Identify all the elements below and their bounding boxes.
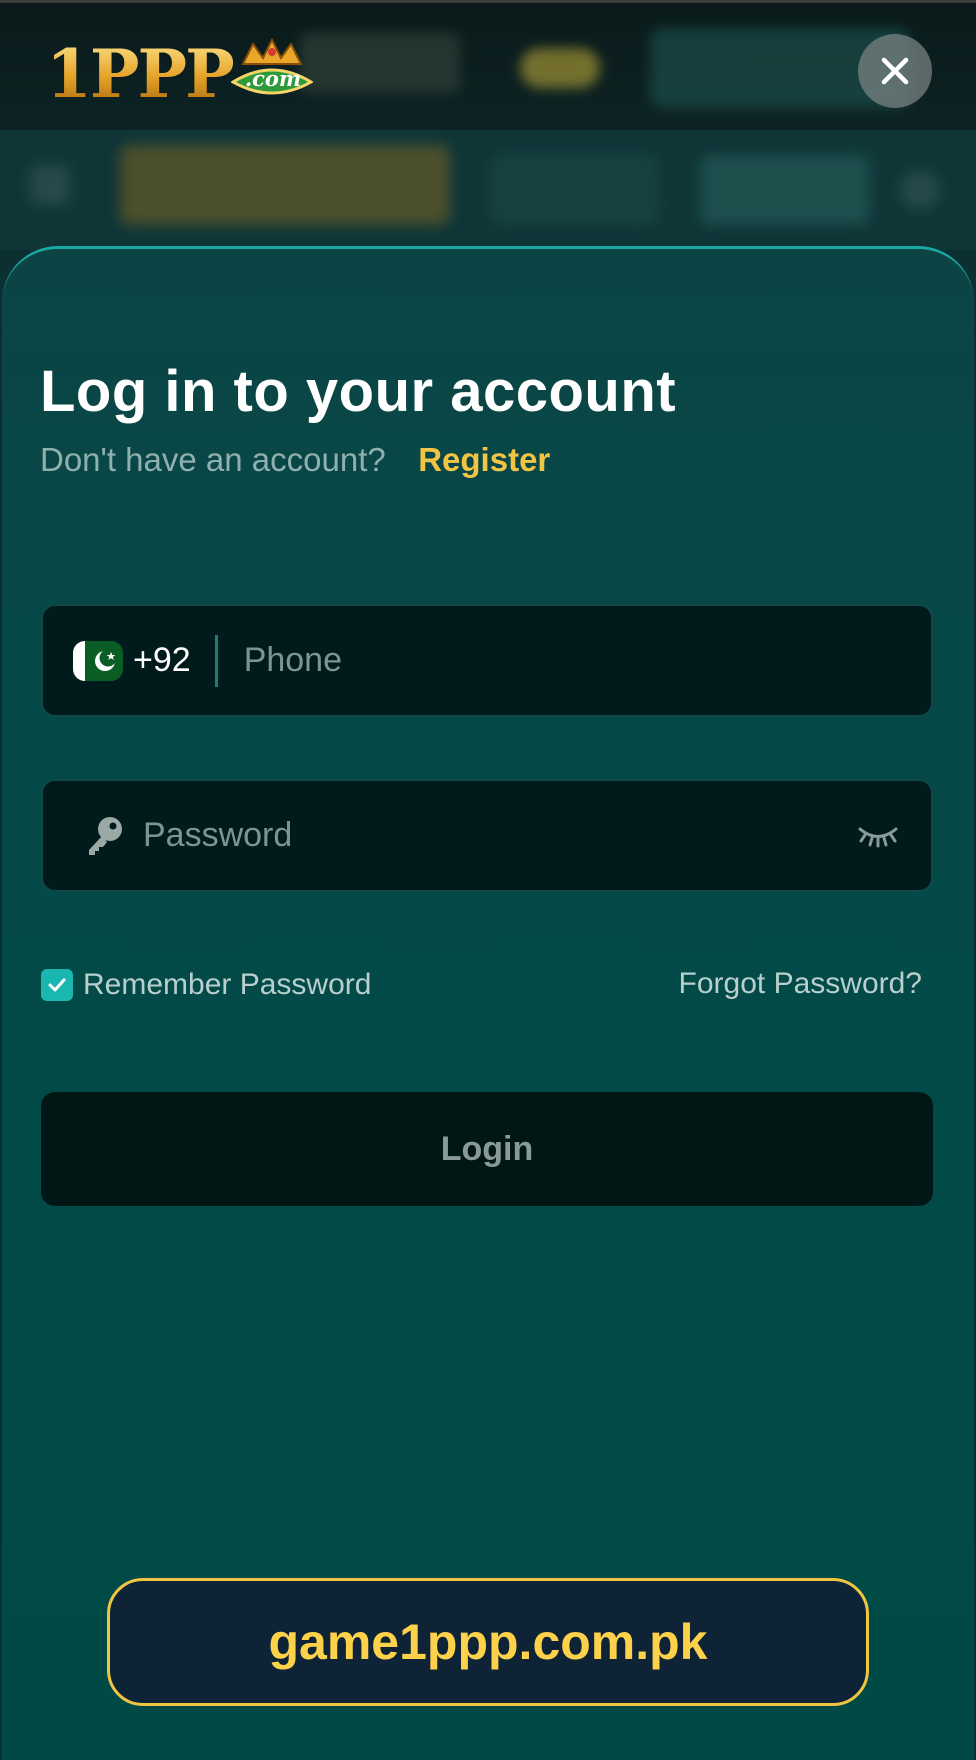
field-divider	[214, 634, 218, 687]
watermark-text: game1ppp.com.pk	[268, 1614, 708, 1670]
background-nav	[0, 130, 976, 250]
register-link[interactable]: Register	[418, 441, 550, 478]
forgot-password-link[interactable]: Forgot Password?	[679, 968, 922, 1000]
background-globe-blur	[900, 170, 940, 210]
close-button[interactable]	[858, 34, 932, 108]
country-code[interactable]: +92	[133, 641, 191, 680]
remember-password-label[interactable]: Remember Password	[83, 968, 371, 1002]
brand-emblem-text: .com	[244, 66, 302, 91]
background-menu-blur	[30, 165, 70, 205]
phone-field[interactable]: +92	[41, 604, 933, 717]
no-account-text: Don't have an account?	[40, 441, 386, 478]
brand-emblem-icon: .com	[229, 37, 314, 104]
brand-logo: 1PPP .com	[46, 30, 314, 113]
pakistan-flag-icon[interactable]	[73, 640, 123, 681]
background-register-blur	[700, 155, 870, 225]
brand-logo-wordmark: 1PPP	[46, 35, 235, 113]
checkmark-icon	[48, 978, 66, 992]
password-field[interactable]	[41, 779, 933, 892]
password-input[interactable]	[143, 816, 857, 855]
remember-password-checkbox[interactable]	[41, 969, 73, 1001]
background-banner-blur	[300, 33, 460, 93]
background-logo-blur	[120, 145, 450, 225]
phone-input[interactable]	[243, 641, 931, 680]
eye-closed-icon[interactable]	[857, 824, 899, 848]
login-page: 1PPP .com Log in to your account Don't h…	[0, 0, 976, 1760]
login-button[interactable]: Login	[41, 1092, 933, 1206]
key-icon	[89, 816, 122, 855]
site-watermark: game1ppp.com.pk	[107, 1578, 869, 1706]
close-icon	[881, 57, 909, 85]
remember-password-option[interactable]: Remember Password	[41, 968, 371, 1002]
page-title: Log in to your account	[40, 359, 677, 424]
background-login-blur	[490, 155, 660, 225]
background-coin-blur	[520, 48, 600, 88]
register-prompt: Don't have an account? Register	[40, 440, 550, 479]
